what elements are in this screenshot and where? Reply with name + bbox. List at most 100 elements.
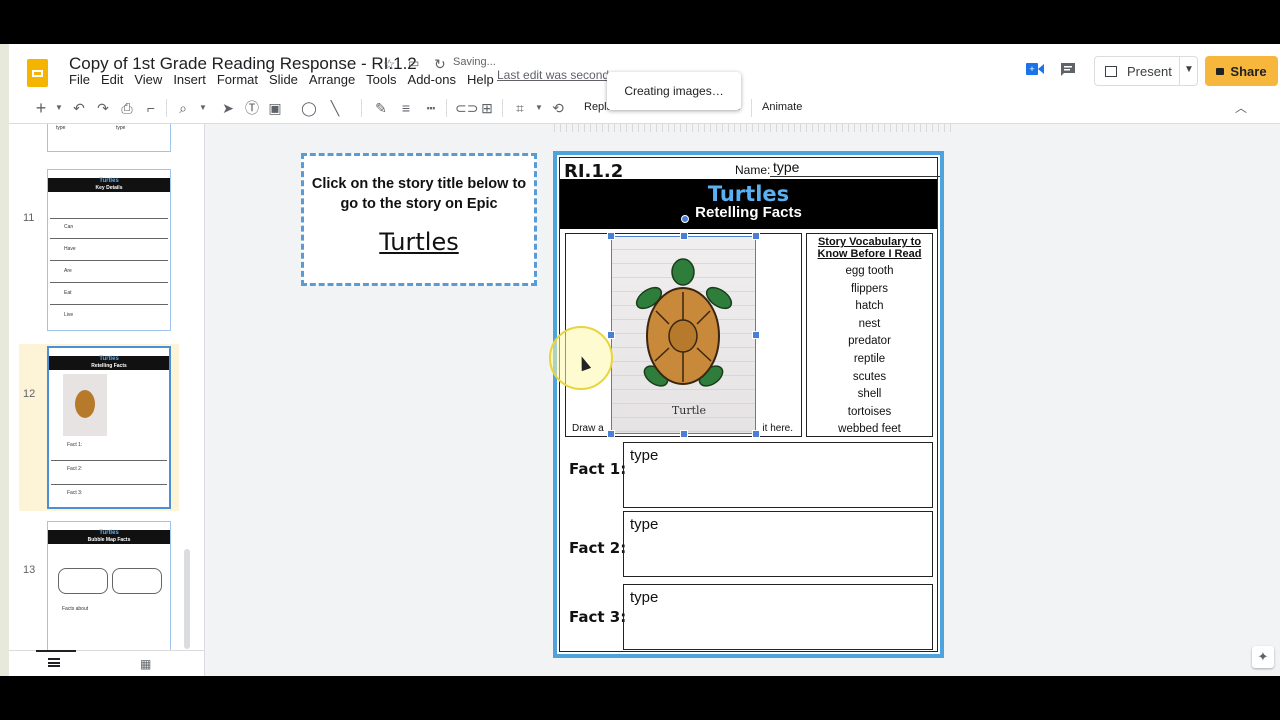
present-divider [1179,57,1180,85]
filmstrip-list-icon[interactable] [48,658,60,667]
line-icon[interactable]: ╲ [327,100,343,116]
border-weight-icon[interactable]: ≡ [398,100,414,116]
zoom-icon[interactable]: ⌕ [175,100,191,116]
resize-handle[interactable] [607,232,615,240]
fact-2-value[interactable]: type [630,516,658,533]
menu-edit[interactable]: Edit [101,72,123,87]
comment-icon[interactable] [1060,62,1076,78]
vocabulary-box: Story Vocabulary to Know Before I Read e… [806,233,933,437]
vocab-word: shell [857,388,882,401]
menu-insert[interactable]: Insert [173,72,206,87]
thumb-row-label: Have [64,246,76,252]
image-icon[interactable]: ▣ [267,100,283,116]
resize-handle[interactable] [752,430,760,438]
slide-thumbnail-13[interactable]: Turtles Bubble Map Facts Facts about [47,521,171,652]
print-icon[interactable]: ⎙ [119,100,135,116]
collapse-toolbar-icon[interactable]: ︿ [1235,99,1247,116]
thumb-row-label: Fact 2: [67,466,83,472]
present-button[interactable]: Present ▼ [1094,56,1198,86]
slide-number: 12 [23,388,36,400]
crop-icon[interactable]: ⌗ [512,100,528,116]
thumb-title-text: Turtles [99,356,119,362]
add-comment-icon[interactable]: ⊞ [479,100,495,116]
star-icon[interactable]: ☆ [383,56,396,73]
thumb-row-label: Live [64,312,74,318]
fact-1-box[interactable]: type [623,442,933,508]
vocabulary-list: egg tooth flippers hatch nest predator r… [807,263,932,439]
select-cursor-icon[interactable]: ➤ [220,100,236,116]
slide-subtitle: Retelling Facts [695,204,802,221]
resize-handle[interactable] [752,232,760,240]
lock-icon [1216,67,1225,75]
callout-instruction: Click on the story title below to go to … [311,176,527,212]
vocab-word: egg tooth [845,265,894,277]
last-edit-link[interactable]: Last edit was second [497,68,609,82]
slide-canvas[interactable]: RI.1.2 Name: type Turtles Retelling Fact… [553,151,944,658]
thumb-title: Turtles Bubble Map Facts [48,530,170,544]
chevron-down-icon[interactable]: ▼ [51,100,67,116]
slide-number: 11 [23,212,35,224]
resize-handle[interactable] [680,232,688,240]
slide-filmstrip: type type 11 Turtles Key Details Can Have… [9,124,204,652]
paint-format-icon[interactable]: ⌐ [143,100,159,116]
chevron-down-icon[interactable]: ▼ [531,100,547,116]
explore-icon[interactable]: ✦ [1252,646,1274,668]
turtles-story-link[interactable]: Turtles [304,228,534,256]
filmstrip-scrollbar[interactable] [184,549,190,649]
thumb-type-text: type [56,125,66,131]
thumb-bubble [112,568,162,594]
pen-icon[interactable]: ✎ [373,100,389,116]
thumb-row-label: Fact 3: [67,490,83,496]
menu-file[interactable]: File [69,72,90,87]
image-selection-box [611,236,756,434]
vocab-word: webbed feet [838,423,901,436]
meet-icon[interactable]: + [1026,62,1044,76]
slide-thumbnail-11[interactable]: Turtles Key Details Can Have Are Eat Live [47,169,171,331]
reset-image-icon[interactable]: ⟲ [550,100,566,116]
menu-addons[interactable]: Add-ons [408,72,456,87]
draw-caption-left: Draw a [572,423,604,434]
move-folder-icon[interactable]: ▭ [408,56,419,70]
menu-help[interactable]: Help [467,72,494,87]
text-box-icon[interactable]: Ⓣ [244,100,260,116]
redo-icon[interactable]: ↷ [95,100,111,116]
present-icon [1105,65,1117,77]
slide-frame: RI.1.2 Name: type Turtles Retelling Fact… [559,157,940,652]
slides-logo-icon[interactable] [27,59,48,87]
menu-slide[interactable]: Slide [269,72,298,87]
fact-2-box[interactable]: type [623,511,933,577]
epic-callout-box[interactable]: Click on the story title below to go to … [301,153,537,286]
resize-handle[interactable] [607,331,615,339]
chevron-down-icon[interactable]: ▼ [195,100,211,116]
resize-handle[interactable] [752,331,760,339]
animate-button[interactable]: Animate [762,101,802,113]
fact-1-value[interactable]: type [630,447,658,464]
fact-3-value[interactable]: type [630,589,658,606]
share-button[interactable]: Share [1205,56,1278,86]
slide-number: 13 [23,564,36,576]
menu-view[interactable]: View [134,72,162,87]
sync-icon: ↻ [434,56,446,72]
resize-handle[interactable] [680,430,688,438]
new-slide-icon[interactable]: + [33,99,49,117]
resize-handle[interactable] [607,430,615,438]
slide-thumbnail-12[interactable]: Turtles Retelling Facts Fact 1: Fact 2: F… [47,346,171,509]
menu-format[interactable]: Format [217,72,258,87]
rotate-handle[interactable] [681,215,689,223]
link-icon[interactable]: ⊂⊃ [455,100,478,116]
menu-arrange[interactable]: Arrange [309,72,355,87]
chevron-down-icon[interactable]: ▼ [1184,64,1194,75]
slide-thumbnail-10[interactable]: type type [47,124,171,152]
border-dash-icon[interactable]: ┅ [423,100,439,116]
grid-view-icon[interactable]: ▦ [140,657,151,671]
document-title[interactable]: Copy of 1st Grade Reading Response - RI.… [69,54,417,74]
vocab-word: nest [858,317,881,330]
fact-1-label: Fact 1: [569,460,627,478]
shape-icon[interactable]: ◯ [301,100,317,116]
fact-3-box[interactable]: type [623,584,933,650]
thumb-rule [51,460,167,461]
undo-icon[interactable]: ↶ [71,100,87,116]
menu-tools[interactable]: Tools [366,72,396,87]
thumb-title: Turtles Key Details [48,178,170,192]
name-value[interactable]: type [773,159,799,175]
